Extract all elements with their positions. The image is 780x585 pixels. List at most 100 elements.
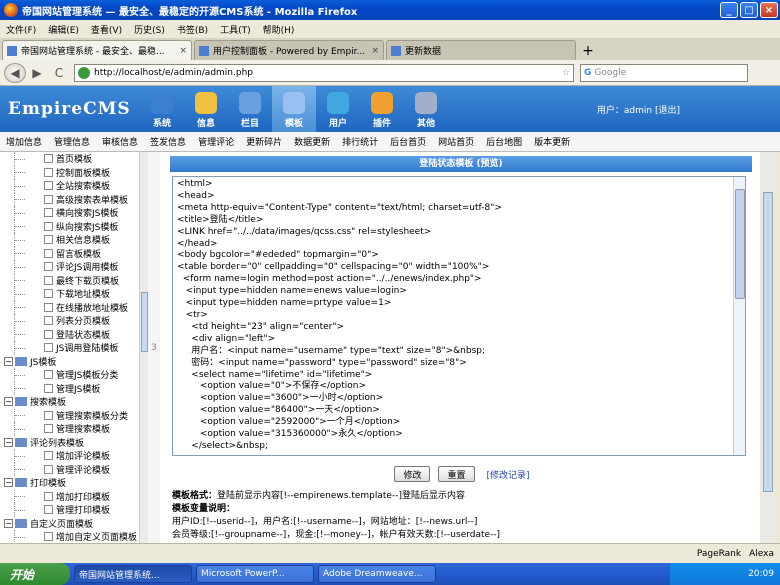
tree-label[interactable]: 增加自定义页面模板 — [56, 530, 137, 543]
task-powerpoint[interactable]: Microsoft PowerP... — [196, 565, 314, 583]
menu-file[interactable]: 文件(F) — [0, 23, 42, 36]
tree-label[interactable]: 下载地址模板 — [56, 287, 110, 300]
tree-label[interactable]: JS模板 — [30, 355, 56, 368]
url-text[interactable]: http://localhost/e/admin/admin.php — [94, 68, 559, 78]
submenu-item[interactable]: 更新碎片 — [240, 135, 288, 148]
user-info[interactable]: 用户：admin [退出] — [597, 103, 680, 116]
top-nav-3[interactable]: 模板 — [272, 86, 316, 132]
tree-label[interactable]: 管理JS模板 — [56, 382, 100, 395]
tree-item[interactable]: 管理搜索模板 — [0, 422, 148, 436]
tree-item[interactable]: 管理JS模板分类 — [0, 368, 148, 382]
tree-item[interactable]: 列表分页模板 — [0, 314, 148, 328]
modify-button[interactable]: 修改 — [394, 466, 431, 482]
tab-close-icon[interactable]: × — [179, 46, 187, 56]
alexa-label[interactable]: Alexa — [749, 549, 774, 559]
tree-item[interactable]: 相关信息模板 — [0, 233, 148, 247]
top-nav-0[interactable]: 系统 — [140, 86, 184, 132]
tree-scrollbar[interactable] — [139, 152, 148, 543]
reset-button[interactable]: 重置 — [438, 466, 475, 482]
close-button[interactable]: × — [760, 2, 778, 18]
top-nav-6[interactable]: 其他 — [404, 86, 448, 132]
code-line[interactable]: <html> — [177, 179, 729, 191]
collapse-icon[interactable]: − — [4, 518, 13, 528]
code-line[interactable]: <form name=login method=post action="../… — [177, 274, 729, 286]
search-bar[interactable]: G Google — [580, 63, 748, 82]
tree-label[interactable]: 管理搜索模板分类 — [56, 409, 128, 422]
tree-label[interactable]: 相关信息模板 — [56, 233, 110, 246]
tree-label[interactable]: 高级搜索表单模板 — [56, 193, 128, 206]
tree-item[interactable]: JS调用登陆模板 — [0, 341, 148, 355]
tree-label[interactable]: 在线播放地址模板 — [56, 301, 128, 314]
code-line[interactable]: <table border="0" cellpadding="0" cellsp… — [177, 262, 729, 274]
submenu-item[interactable]: 审核信息 — [96, 135, 144, 148]
tree-item[interactable]: 管理评论模板 — [0, 462, 148, 476]
site-identity-icon[interactable] — [78, 66, 90, 79]
new-tab-button[interactable]: + — [578, 42, 598, 60]
tree-label[interactable]: 管理JS模板分类 — [56, 368, 118, 381]
tree-item[interactable]: 首页模板 — [0, 152, 148, 166]
menu-help[interactable]: 帮助(H) — [257, 23, 301, 36]
tree-item[interactable]: 登陆状态模板 — [0, 327, 148, 341]
code-line[interactable]: 用户名：<input name="username" type="text" s… — [177, 346, 729, 358]
code-line[interactable]: <option value="3600">一小时</option> — [177, 393, 729, 405]
back-button[interactable]: ◀ — [4, 62, 26, 83]
code-line[interactable]: <option value="0">不保存</option> — [177, 381, 729, 393]
menu-tools[interactable]: 工具(T) — [214, 23, 257, 36]
submenu-item[interactable]: 网站首页 — [432, 135, 480, 148]
scroll-thumb[interactable] — [763, 192, 773, 492]
code-line[interactable]: <option value="315360000">永久</option> — [177, 429, 729, 441]
code-line[interactable]: 密码：<input name="password" type="password… — [177, 358, 729, 370]
submenu-item[interactable]: 签发信息 — [144, 135, 192, 148]
tree-label[interactable]: 全站搜索模板 — [56, 179, 110, 192]
tree-item[interactable]: 高级搜索表单模板 — [0, 192, 148, 206]
tree-label[interactable]: 控制面板模板 — [56, 166, 110, 179]
tree-label[interactable]: 最终下载页模板 — [56, 274, 119, 287]
tree-item[interactable]: 管理打印模板 — [0, 503, 148, 517]
url-bar[interactable]: http://localhost/e/admin/admin.php ☆ — [74, 63, 574, 82]
code-line[interactable]: <option value="2592000">一个月</option> — [177, 417, 729, 429]
template-code-textarea[interactable]: <html> <head> <meta http-equiv="Content-Ty… — [172, 176, 746, 456]
submenu-item[interactable]: 版本更新 — [528, 135, 576, 148]
tab-close-icon[interactable]: × — [371, 46, 379, 56]
tree-item[interactable]: 纵向搜索JS模板 — [0, 219, 148, 233]
tree-label[interactable]: 管理搜索模板 — [56, 422, 110, 435]
frame-splitter[interactable]: 3 — [148, 152, 160, 543]
bookmark-star-icon[interactable]: ☆ — [562, 68, 570, 78]
code-scrollbar[interactable] — [733, 177, 745, 455]
tree-label[interactable]: 横向搜索JS模板 — [56, 206, 118, 219]
tree-item[interactable]: 增加评论模板 — [0, 449, 148, 463]
reload-button[interactable]: C — [48, 63, 70, 83]
tree-label[interactable]: 增加评论模板 — [56, 449, 110, 462]
task-firefox[interactable]: 帝国网站管理系统... — [74, 565, 192, 583]
scroll-thumb[interactable] — [141, 292, 148, 352]
menu-bookmarks[interactable]: 书签(B) — [171, 23, 214, 36]
tree-label[interactable]: 列表分页模板 — [56, 314, 110, 327]
tree-item[interactable]: 横向搜索JS模板 — [0, 206, 148, 220]
forward-button[interactable]: ▶ — [26, 63, 48, 83]
tree-group[interactable]: − 自定义页面模板 — [0, 517, 148, 531]
tree-group[interactable]: − 搜索模板 — [0, 395, 148, 409]
code-line[interactable]: <input type=hidden name=prtype value=1> — [177, 298, 729, 310]
top-nav-2[interactable]: 栏目 — [228, 86, 272, 132]
code-line[interactable]: <LINK href="../../data/images/qcss.css" … — [177, 227, 729, 239]
tree-group[interactable]: − 评论列表模板 — [0, 436, 148, 450]
code-line[interactable]: <select name="lifetime" id="lifetime"> — [177, 370, 729, 382]
code-line[interactable]: <div align="left"> — [177, 334, 729, 346]
tree-label[interactable]: 管理评论模板 — [56, 463, 110, 476]
tree-item[interactable]: 增加打印模板 — [0, 489, 148, 503]
tree-item[interactable]: 增加自定义页面模板 — [0, 530, 148, 543]
code-line[interactable]: <head> — [177, 191, 729, 203]
code-line[interactable]: <input type=hidden name=enews value=logi… — [177, 286, 729, 298]
tree-label[interactable]: 管理打印模板 — [56, 503, 110, 516]
tree-item[interactable]: 下载地址模板 — [0, 287, 148, 301]
code-line[interactable]: <td height="23" align="center"> — [177, 322, 729, 334]
code-line[interactable]: <tr> — [177, 310, 729, 322]
task-dreamweaver[interactable]: Adobe Dreamweave... — [318, 565, 436, 583]
search-placeholder[interactable]: Google — [594, 68, 626, 78]
code-line[interactable]: </select>&nbsp; — [177, 441, 729, 453]
code-line[interactable]: <body bgcolor="#ededed" topmargin="0"> — [177, 250, 729, 262]
tab-update-data[interactable]: 更新数据 — [386, 40, 576, 60]
scroll-thumb[interactable] — [735, 189, 745, 299]
submenu-item[interactable]: 管理评论 — [192, 135, 240, 148]
menu-view[interactable]: 查看(V) — [85, 23, 128, 36]
